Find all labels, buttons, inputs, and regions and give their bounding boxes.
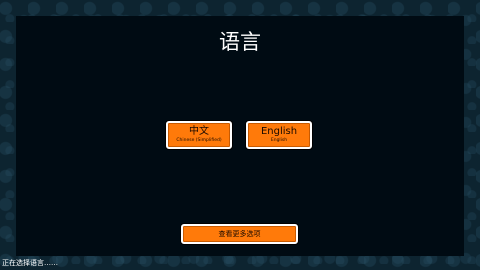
language-option-english[interactable]: English English: [246, 121, 312, 149]
more-options-button[interactable]: 查看更多选项: [181, 224, 298, 244]
language-option-chinese[interactable]: 中文 Chinese (Simplified): [166, 121, 232, 149]
screen-title: 语言: [219, 30, 261, 54]
language-option-sublabel: English: [270, 138, 288, 143]
language-option-label: 中文: [189, 126, 209, 137]
language-option-sublabel: Chinese (Simplified): [176, 138, 222, 143]
language-option-label: English: [260, 126, 298, 137]
status-text: 正在选择语言……: [2, 259, 58, 267]
